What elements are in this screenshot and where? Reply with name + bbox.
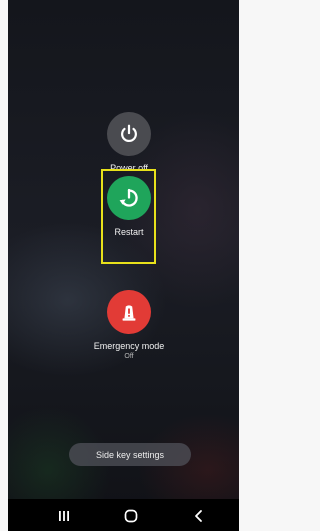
emergency-light-icon bbox=[122, 305, 136, 321]
power-off-button[interactable] bbox=[107, 112, 151, 156]
power-icon bbox=[121, 124, 137, 143]
back-icon bbox=[195, 510, 202, 522]
navigation-bar bbox=[8, 499, 239, 531]
recents-icon bbox=[59, 511, 69, 521]
power-menu-screen: Power off Restart Emergency mode Off Sid… bbox=[8, 0, 239, 531]
emergency-mode-action[interactable]: Emergency mode Off bbox=[74, 290, 184, 362]
emergency-mode-status: Off bbox=[124, 353, 134, 360]
back-button[interactable] bbox=[188, 505, 210, 527]
restart-highlight-box bbox=[101, 169, 156, 264]
home-button[interactable] bbox=[120, 505, 142, 527]
home-icon bbox=[124, 509, 138, 523]
emergency-mode-label: Emergency mode bbox=[93, 341, 165, 351]
emergency-mode-button[interactable] bbox=[107, 290, 151, 334]
side-key-settings-button[interactable]: Side key settings bbox=[69, 443, 191, 466]
power-off-action[interactable]: Power off bbox=[74, 112, 184, 174]
recents-button[interactable] bbox=[53, 505, 75, 527]
